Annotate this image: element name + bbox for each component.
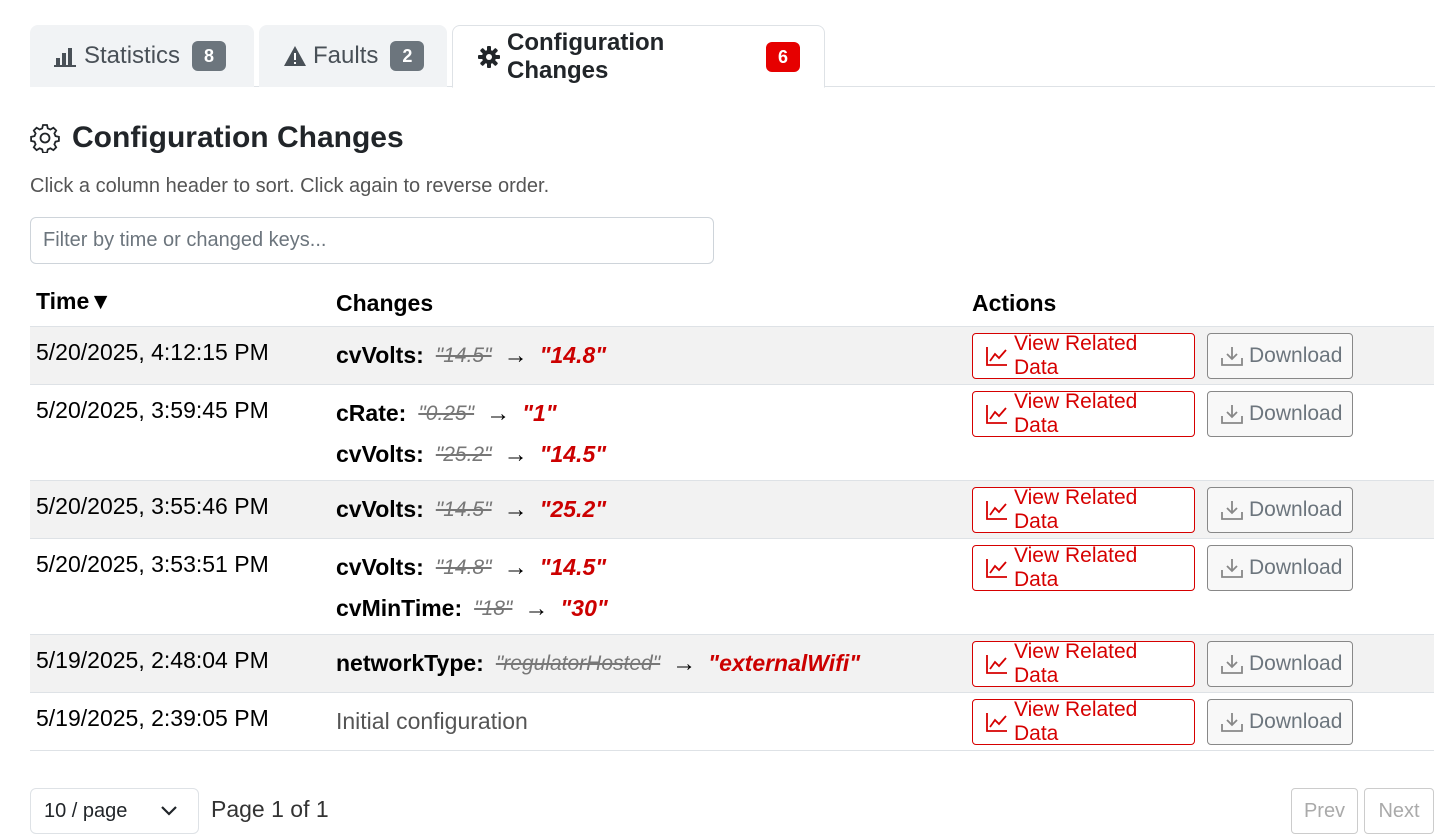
changes-table: Time▼ Changes Actions 5/20/2025, 4:12:15… <box>30 280 1434 751</box>
arrow-icon: → <box>486 399 511 427</box>
row-changes: cRate: "0.25" → "1" cvVolts: "25.2" → "14.5" <box>336 393 606 475</box>
arrow-icon: → <box>503 341 528 369</box>
bar-chart-icon <box>54 45 78 67</box>
page-size-value: 10 / page <box>44 799 128 822</box>
tab-label: Configuration Changes <box>507 28 665 84</box>
download-icon <box>1221 404 1243 424</box>
download-button[interactable]: Download <box>1207 487 1353 533</box>
download-icon <box>1221 500 1243 520</box>
tab-statistics[interactable]: Statistics 8 <box>30 25 254 87</box>
line-chart-icon <box>986 712 1008 732</box>
filter-input[interactable] <box>30 217 714 264</box>
header-changes[interactable]: Changes <box>336 290 433 317</box>
row-changes: cvVolts: "14.5" → "14.8" <box>336 335 606 376</box>
view-related-data-button[interactable]: View Related Data <box>972 486 1195 533</box>
view-related-data-button[interactable]: View Related Data <box>972 640 1195 687</box>
download-button[interactable]: Download <box>1207 699 1353 745</box>
gear-outline-icon <box>30 123 60 153</box>
download-icon <box>1221 558 1243 578</box>
table-row: 5/20/2025, 3:59:45 PM cRate: "0.25" → "1" c… <box>30 384 1434 480</box>
initial-configuration-label: Initial configuration <box>336 708 528 734</box>
download-button[interactable]: Download <box>1207 333 1353 379</box>
row-time: 5/19/2025, 2:39:05 PM <box>36 705 269 731</box>
row-actions: View Related Data Download <box>972 486 1353 533</box>
row-actions: View Related Data Download <box>972 698 1353 745</box>
page-title: Configuration Changes <box>30 118 404 158</box>
change-item: networkType: "regulatorHosted" → "externalW… <box>336 649 861 677</box>
arrow-icon: → <box>524 594 549 622</box>
view-related-data-button[interactable]: View Related Data <box>972 390 1195 437</box>
row-actions: View Related Data Download <box>972 390 1353 437</box>
line-chart-icon <box>986 500 1008 520</box>
change-item: cvVolts: "25.2" → "14.5" <box>336 440 607 468</box>
arrow-icon: → <box>503 495 528 523</box>
arrow-icon: → <box>503 440 528 468</box>
row-changes: networkType: "regulatorHosted" → "externalW… <box>336 643 860 684</box>
count-badge: 8 <box>192 41 227 71</box>
download-icon <box>1221 712 1243 732</box>
tab-faults[interactable]: Faults 2 <box>259 25 447 87</box>
sort-hint: Click a column header to sort. Click aga… <box>30 175 550 197</box>
sort-desc-icon: ▼ <box>89 288 113 314</box>
tab-label: Statistics <box>84 42 181 69</box>
view-related-data-button[interactable]: View Related Data <box>972 698 1195 745</box>
table-row: 5/20/2025, 3:53:51 PM cvVolts: "14.8" → "14… <box>30 538 1434 634</box>
page-title-text: Configuration Changes <box>72 121 404 154</box>
row-time: 5/19/2025, 2:48:04 PM <box>36 647 269 673</box>
change-item: cvVolts: "14.5" → "14.8" <box>336 341 607 369</box>
prev-button[interactable]: Prev <box>1291 788 1358 834</box>
tab-label: Faults <box>313 42 379 69</box>
row-changes: cvVolts: "14.8" → "14.5" cvMinTime: "18" → "30… <box>336 547 608 629</box>
row-actions: View Related Data Download <box>972 332 1353 379</box>
warning-icon <box>283 45 307 67</box>
line-chart-icon <box>986 346 1008 366</box>
row-actions: View Related Data Download <box>972 640 1353 687</box>
view-related-data-button[interactable]: View Related Data <box>972 332 1195 379</box>
download-icon <box>1221 654 1243 674</box>
table-header: Time▼ Changes Actions <box>30 280 1434 326</box>
row-time: 5/20/2025, 3:59:45 PM <box>36 397 269 423</box>
chevron-down-icon <box>160 800 178 823</box>
page-size-select[interactable]: 10 / page <box>30 788 199 834</box>
count-badge: 6 <box>766 41 800 72</box>
row-actions: View Related Data Download <box>972 544 1353 591</box>
change-item: cvVolts: "14.5" → "25.2" <box>336 495 607 523</box>
table-row: 5/20/2025, 3:55:46 PM cvVolts: "14.5" → "25… <box>30 480 1434 538</box>
header-actions: Actions <box>972 290 1057 316</box>
row-time: 5/20/2025, 3:53:51 PM <box>36 551 269 577</box>
download-button[interactable]: Download <box>1207 545 1353 591</box>
change-item: cvVolts: "14.8" → "14.5" <box>336 553 607 581</box>
change-item: cvMinTime: "18" → "30" <box>336 594 608 622</box>
table-row: 5/19/2025, 2:48:04 PM networkType: "regul… <box>30 634 1434 692</box>
tab-configuration-changes[interactable]: Configuration Changes 6 <box>452 25 825 88</box>
line-chart-icon <box>986 404 1008 424</box>
count-badge: 2 <box>390 41 425 71</box>
header-time[interactable]: Time▼ <box>36 288 112 315</box>
view-related-data-button[interactable]: View Related Data <box>972 544 1195 591</box>
table-row: 5/20/2025, 4:12:15 PM cvVolts: "14.5" → "14… <box>30 326 1434 384</box>
table-row: 5/19/2025, 2:39:05 PM Initial configurat… <box>30 692 1434 751</box>
arrow-icon: → <box>672 649 697 677</box>
row-changes: Initial configuration <box>336 701 528 742</box>
page-info: Page 1 of 1 <box>211 796 329 822</box>
arrow-icon: → <box>503 553 528 581</box>
row-time: 5/20/2025, 4:12:15 PM <box>36 339 269 365</box>
row-time: 5/20/2025, 3:55:46 PM <box>36 493 269 519</box>
download-icon <box>1221 346 1243 366</box>
next-button[interactable]: Next <box>1364 788 1434 834</box>
tab-bar: Statistics 8 Faults 2 Configuration Chan… <box>30 25 1435 88</box>
download-button[interactable]: Download <box>1207 391 1353 437</box>
row-changes: cvVolts: "14.5" → "25.2" <box>336 489 606 530</box>
gear-icon <box>477 45 501 69</box>
change-item: cRate: "0.25" → "1" <box>336 399 557 427</box>
line-chart-icon <box>986 654 1008 674</box>
download-button[interactable]: Download <box>1207 641 1353 687</box>
line-chart-icon <box>986 558 1008 578</box>
